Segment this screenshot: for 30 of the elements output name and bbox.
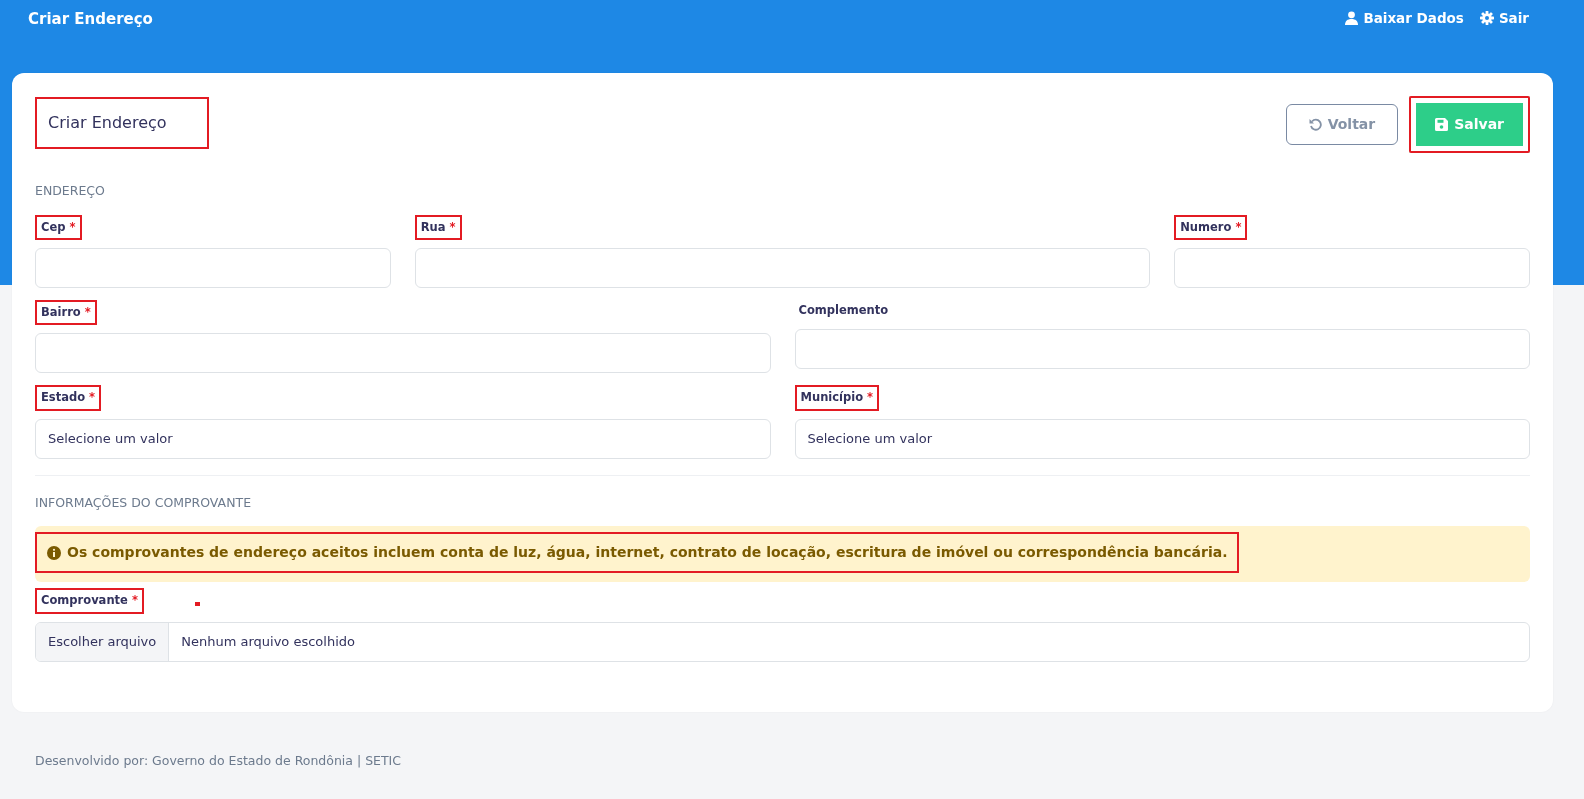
choose-file-button[interactable]: Escolher arquivo [36, 622, 170, 661]
settings-icon [1479, 11, 1494, 26]
field-label: Rua * [414, 214, 462, 240]
text-input[interactable] [794, 329, 1530, 370]
download-data-link[interactable]: Baixar Dados [1345, 8, 1464, 29]
footer-text: Desenvolvido por: Governo do Estado de Rondônia | SETIC [34, 751, 402, 770]
logout-link[interactable]: Sair [1479, 8, 1529, 29]
file-input[interactable]: Escolher arquivo Nenhum arquivo escolhido [35, 621, 1530, 662]
undo-icon [1308, 118, 1322, 131]
page-title: Criar Endereço [28, 9, 153, 30]
text-input[interactable] [35, 333, 771, 374]
card-title: Criar Endereço [35, 97, 209, 149]
section-heading: ENDEREÇO [35, 182, 106, 200]
section-heading: INFORMAÇÕES DO COMPROVANTE [35, 493, 253, 512]
file-name-text: Nenhum arquivo escolhido [180, 632, 356, 651]
select-field[interactable]: Selecione um valor [794, 418, 1530, 459]
user-icon [1345, 11, 1359, 26]
info-icon [47, 545, 61, 560]
field-label: Complemento [797, 302, 890, 319]
field-label: Comprovante * [35, 588, 144, 614]
alert-text: Os comprovantes de endereço aceitos incluem conta de luz, água, internet, contrato de locação, escritura de imóvel ou correspondência bancária. [67, 543, 1228, 563]
field-label: Município * [794, 385, 880, 411]
text-input[interactable] [1174, 248, 1530, 288]
field-label: Bairro * [35, 300, 97, 326]
field-label: Cep * [35, 214, 82, 240]
select-field[interactable]: Selecione um valor [35, 418, 771, 459]
text-input[interactable] [414, 248, 1151, 288]
field-label: Numero * [1174, 214, 1248, 240]
field-label: Estado * [35, 385, 102, 411]
text-input[interactable] [35, 248, 391, 288]
